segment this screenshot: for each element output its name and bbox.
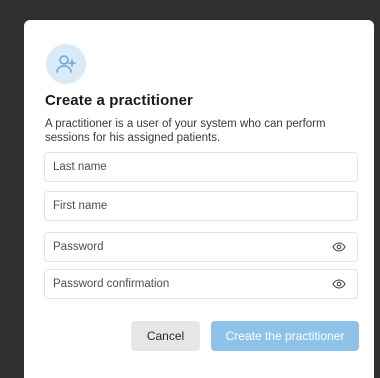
first-name-input[interactable] <box>53 200 347 212</box>
eye-icon[interactable] <box>331 278 347 290</box>
dialog-description: A practitioner is a user of your system … <box>45 118 326 144</box>
dialog-title: Create a practitioner <box>45 92 193 109</box>
password-input[interactable] <box>53 241 331 253</box>
add-user-icon <box>46 44 86 84</box>
first-name-field[interactable] <box>44 191 358 221</box>
cancel-button[interactable]: Cancel <box>131 321 200 351</box>
last-name-input[interactable] <box>53 161 347 173</box>
password-confirmation-field[interactable] <box>44 269 358 299</box>
password-field[interactable] <box>44 232 358 262</box>
create-practitioner-dialog: Create a practitioner A practitioner is … <box>24 20 374 378</box>
eye-icon[interactable] <box>331 241 347 253</box>
last-name-field[interactable] <box>44 152 358 182</box>
password-confirmation-input[interactable] <box>53 278 331 290</box>
create-practitioner-button[interactable]: Create the practitioner <box>211 321 359 351</box>
